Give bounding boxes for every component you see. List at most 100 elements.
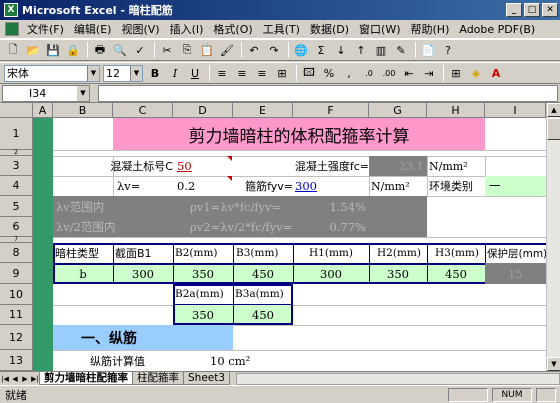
horizontal-scrollbar[interactable] <box>236 372 560 385</box>
italic-button[interactable]: I <box>166 64 184 82</box>
rebar-calc-value[interactable]: 10 cm² <box>210 350 270 371</box>
menu-format[interactable]: 格式(O) <box>208 21 257 37</box>
excel-app-icon[interactable]: X <box>4 3 18 17</box>
table-cell[interactable]: 350 <box>173 305 233 325</box>
print-icon[interactable]: 🖶 <box>91 41 109 59</box>
menu-window[interactable]: 窗口(W) <box>354 21 405 37</box>
chevron-down-icon[interactable]: ▼ <box>130 65 142 81</box>
table-cell[interactable]: 450 <box>233 263 293 284</box>
column-header[interactable]: A <box>33 103 53 118</box>
sheet-tab-active[interactable]: 剪力墙暗柱配箍率 <box>39 372 133 385</box>
scroll-thumb[interactable] <box>547 118 560 140</box>
table-cell[interactable]: 450 <box>233 305 293 325</box>
table-cell[interactable]: 350 <box>369 263 427 284</box>
sort-asc-icon[interactable]: ↓ <box>332 41 350 59</box>
comma-style-icon[interactable]: , <box>340 64 358 82</box>
pdf-icon[interactable]: 📄 <box>419 41 437 59</box>
menu-adobe-pdf[interactable]: Adobe PDF(B) <box>454 23 540 36</box>
menu-insert[interactable]: 插入(I) <box>165 21 209 37</box>
currency-icon[interactable]: 🖾 <box>300 64 318 82</box>
bold-button[interactable]: B <box>146 64 164 82</box>
table-cell[interactable]: 350 <box>173 263 233 284</box>
align-right-icon[interactable]: ≡ <box>253 64 271 82</box>
new-icon[interactable]: 🗋 <box>4 41 22 59</box>
close-button[interactable]: ✕ <box>542 3 558 17</box>
formula-input[interactable] <box>98 84 558 102</box>
table-cell[interactable]: 450 <box>427 263 485 284</box>
worksheet-grid[interactable]: A B C D E F G H I 1 2 3 4 5 6 7 8 9 10 1… <box>0 103 546 371</box>
copy-icon[interactable]: ⎘ <box>178 41 196 59</box>
scroll-down-icon[interactable]: ▼ <box>547 357 560 371</box>
table-cell[interactable]: 300 <box>293 263 369 284</box>
percent-icon[interactable]: % <box>320 64 338 82</box>
concrete-grade-value[interactable]: 50 <box>173 156 233 176</box>
column-header[interactable]: E <box>233 103 293 118</box>
permission-icon[interactable]: 🔒 <box>64 41 82 59</box>
menu-data[interactable]: 数据(D) <box>305 21 354 37</box>
undo-icon[interactable]: ↶ <box>245 41 263 59</box>
minimize-button[interactable]: _ <box>506 3 522 17</box>
align-center-icon[interactable]: ≡ <box>233 64 251 82</box>
open-icon[interactable]: 📂 <box>24 41 42 59</box>
sheet-title[interactable]: 剪力墙暗柱的体积配箍率计算 <box>113 118 485 150</box>
lambda-v-value[interactable]: 0.2 <box>173 176 233 196</box>
autosum-icon[interactable]: Σ <box>312 41 330 59</box>
font-size-select[interactable]: 12 ▼ <box>103 64 143 82</box>
sheet-tab[interactable]: Sheet3 <box>183 372 231 385</box>
format-painter-icon[interactable]: 🖌 <box>218 41 236 59</box>
menu-tools[interactable]: 工具(T) <box>258 21 305 37</box>
column-header[interactable]: C <box>113 103 173 118</box>
next-sheet-icon[interactable]: ▶ <box>20 373 30 385</box>
row-header[interactable]: 4 <box>0 176 33 196</box>
name-box[interactable]: I34 ▼ <box>2 84 90 102</box>
menu-file[interactable]: 文件(F) <box>22 21 69 37</box>
sort-desc-icon[interactable]: ↑ <box>352 41 370 59</box>
borders-icon[interactable]: ⊞ <box>447 64 465 82</box>
save-icon[interactable]: 💾 <box>44 41 62 59</box>
chevron-down-icon[interactable]: ▼ <box>87 65 99 81</box>
row-header[interactable]: 8 <box>0 243 33 263</box>
chevron-down-icon[interactable]: ▼ <box>77 85 89 101</box>
font-color-icon[interactable]: A <box>487 64 505 82</box>
rho-v2-value[interactable]: 0.77% <box>293 217 369 237</box>
column-header[interactable]: D <box>173 103 233 118</box>
column-header[interactable]: B <box>53 103 113 118</box>
stirrup-fyv-value[interactable]: 300 <box>293 176 369 196</box>
increase-indent-icon[interactable]: ⇥ <box>420 64 438 82</box>
select-all-corner[interactable] <box>0 103 33 118</box>
underline-button[interactable]: U <box>186 64 204 82</box>
rho-v1-value[interactable]: 1.54% <box>293 196 369 217</box>
decrease-indent-icon[interactable]: ⇤ <box>400 64 418 82</box>
concrete-strength-value[interactable]: 23.1 <box>369 156 427 176</box>
row-header[interactable]: 6 <box>0 217 33 237</box>
paste-icon[interactable]: 📋 <box>198 41 216 59</box>
cut-icon[interactable]: ✂ <box>158 41 176 59</box>
column-header[interactable]: H <box>427 103 485 118</box>
row-header[interactable]: 9 <box>0 263 33 284</box>
row-header[interactable]: 3 <box>0 156 33 176</box>
hyperlink-icon[interactable]: 🌐 <box>292 41 310 59</box>
menu-view[interactable]: 视图(V) <box>116 21 164 37</box>
align-left-icon[interactable]: ≡ <box>213 64 231 82</box>
row-header[interactable]: 5 <box>0 196 33 217</box>
table-cell[interactable]: b <box>53 263 113 284</box>
column-header[interactable]: G <box>369 103 427 118</box>
row-header[interactable]: 12 <box>0 325 33 350</box>
column-header[interactable]: F <box>293 103 369 118</box>
section-heading[interactable]: 一、纵筋 <box>53 325 233 350</box>
environment-class-value[interactable]: 一 <box>485 176 546 196</box>
prev-sheet-icon[interactable]: ◀ <box>10 373 20 385</box>
drawing-icon[interactable]: ✎ <box>392 41 410 59</box>
table-cell[interactable]: 300 <box>113 263 173 284</box>
document-icon[interactable] <box>5 22 19 36</box>
increase-decimal-icon[interactable]: .0 <box>360 64 378 82</box>
scroll-up-icon[interactable]: ▲ <box>547 103 560 117</box>
decrease-decimal-icon[interactable]: .00 <box>380 64 398 82</box>
row-header[interactable]: 10 <box>0 284 33 305</box>
sheet-tab[interactable]: 柱配箍率 <box>132 372 184 385</box>
spelling-icon[interactable]: ✓ <box>131 41 149 59</box>
print-preview-icon[interactable]: 🔍 <box>111 41 129 59</box>
table-cell[interactable]: 15 <box>485 263 546 284</box>
chart-wizard-icon[interactable]: ▥ <box>372 41 390 59</box>
merge-center-icon[interactable]: ⊞ <box>273 64 291 82</box>
